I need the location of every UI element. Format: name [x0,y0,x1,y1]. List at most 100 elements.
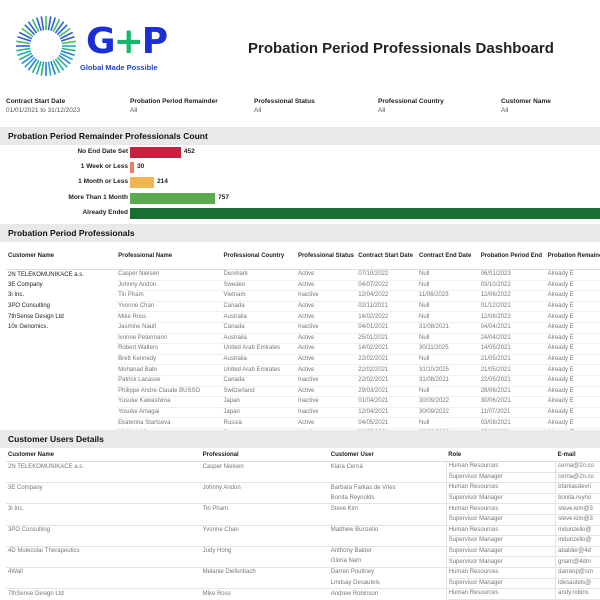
table-cell: 12/04/2022 [356,290,417,302]
column-header[interactable]: Probation Remainde [545,243,600,270]
table-cell: Yvonne Chan [116,301,222,313]
table-cell: Null [416,269,479,281]
table-cell: Japan [221,407,296,419]
filter-value[interactable]: 01/01/2021 to 31/12/2023 [6,106,126,115]
column-header[interactable]: Contract Start Date [356,243,417,270]
table-cell: Null [416,311,479,323]
column-header[interactable]: Customer User [328,449,447,462]
table-cell: Inactive [295,396,357,408]
bar[interactable] [130,192,216,204]
table-cell: Robert Walters [116,343,222,355]
table-cell: Already E [545,396,600,408]
filter-value[interactable]: All [130,106,250,115]
column-header[interactable]: Professional Status [295,243,357,270]
table-cell: Active [295,364,357,376]
bar[interactable] [130,162,134,174]
table-cell: Already E [545,333,600,345]
table-cell: cerna@2n.co [555,471,600,484]
table-cell: Matthew Bunzello [328,524,447,536]
table-cell: 07/10/2022 [356,269,417,281]
table-cell: 21/05/2021 [478,354,546,366]
table-row: 2N TELEKOMUNIKACE a.s. Casper Nielsen Denm… [6,269,600,281]
bar[interactable] [130,207,600,219]
column-header[interactable]: E-mail [555,449,600,462]
table-cell: 22/02/2021 [356,364,417,376]
logo-ray [47,16,52,31]
logo-ray [61,40,76,45]
table-cell: Null [416,386,479,398]
filter-value[interactable]: All [378,106,498,115]
table-cell: Denmark [221,269,296,281]
table-cell: Vietnam [221,290,296,302]
table-cell: 3E Company [6,482,201,494]
bar[interactable] [130,177,155,189]
table-cell: 12/08/2022 [478,311,546,323]
section-title: Probation Period Remainder Professionals… [8,131,208,141]
table-cell: 24/04/2021 [478,333,546,345]
table-cell: mdunzello@ [555,535,600,547]
column-header[interactable]: Professional Country [221,243,296,270]
table-cell: Andrew Robinson [328,588,447,600]
table-cell: Jasmine Nault [116,322,222,334]
filter-professional-country[interactable]: Professional Country All [378,97,498,115]
table-cell: Already E [545,375,600,387]
table-cell: 29/03/2021 [356,386,417,398]
table-cell: Canada [221,301,296,313]
table-cell: Yosuke Amagai [116,407,222,419]
table-cell: Already E [545,322,600,334]
table-cell: 01/04/2021 [356,396,417,408]
column-header[interactable]: Professional [200,449,329,462]
table-row: 7thSense Design Ltd Mike Ross Australia Act… [6,311,600,323]
table-cell: 22/02/2021 [356,375,417,387]
table-cell: 30/11/2025 [416,343,479,355]
table-cell: Klára Cerná [328,461,447,473]
filter-value[interactable]: All [254,106,374,115]
table-cell: 04/01/2021 [356,322,417,334]
column-header[interactable]: Role [446,449,556,462]
filter-contract-start-date[interactable]: Contract Start Date 01/01/2021 to 31/12/… [6,97,126,115]
filter-customer-name[interactable]: Customer Name All [501,97,600,115]
bar[interactable] [130,147,181,158]
table-row: 4D Molecular Therapeutics Judy Hong Anthon… [6,545,600,558]
column-header[interactable]: Professional Name [116,243,222,270]
filter-probation-remainder[interactable]: Probation Period Remainder All [130,97,250,115]
column-header[interactable]: Probation Period End [478,243,546,270]
table-cell: Already E [545,343,600,355]
table-cell: bonita.reyno [555,492,600,505]
table-cell: Johnny Andon [116,280,222,292]
table-cell: 01/12/2021 [478,301,546,313]
column-header[interactable]: Customer Name [6,449,201,462]
section-title: Customer Users Details [8,434,104,444]
table-cell: Inactive [295,322,357,334]
professionals-table: Customer Name Professional Name Profession… [6,243,600,440]
table-cell: darrenp@sm [555,566,600,579]
table-cell: Mike Ross [116,311,222,323]
table-cell: mdunzello@ [555,524,600,537]
table-cell: Active [295,280,357,292]
table-cell: 31/10/2025 [416,364,479,376]
table-cell: andy.robins [555,588,600,600]
table-cell [6,344,116,355]
table-row: 4Wall Melanie Diefenbach Darren Poultney Hu… [6,566,600,579]
filter-label: Contract Start Date [6,98,66,105]
bar-category-label: More Than 1 Month [68,193,128,201]
column-header[interactable]: Customer Name [6,243,117,270]
table-cell: Active [295,269,357,281]
table-cell [6,557,201,568]
table-row: 3i Inc. Tin Pham Steve Kim Human Resources s… [6,503,600,515]
filter-value[interactable]: All [501,106,600,115]
section-header-count: Probation Period Remainder Professionals… [0,127,600,145]
table-cell: Supervisor Manager [445,545,557,558]
table-cell: 11/07/2021 [478,407,546,419]
table-cell: United Arab Emirates [221,364,296,376]
table-cell: 03/08/2021 [478,417,546,429]
table-cell: 3i Inc. [8,292,25,299]
table-row: Gloria Nam Supervisor Manager gnam@4dm [6,556,600,568]
column-header[interactable]: Contract End Date [416,243,479,270]
table-cell: Melanie Diefenbach [200,566,329,579]
table-row: 10x Genomics. Jasmine Nault Canada Inactive… [6,322,600,334]
table-row: Brett Kennedy Australia Active 22/02/2021 Nu… [6,354,600,366]
filter-professional-status[interactable]: Professional Status All [254,97,374,115]
table-cell [201,557,329,568]
table-cell: Null [416,333,479,345]
